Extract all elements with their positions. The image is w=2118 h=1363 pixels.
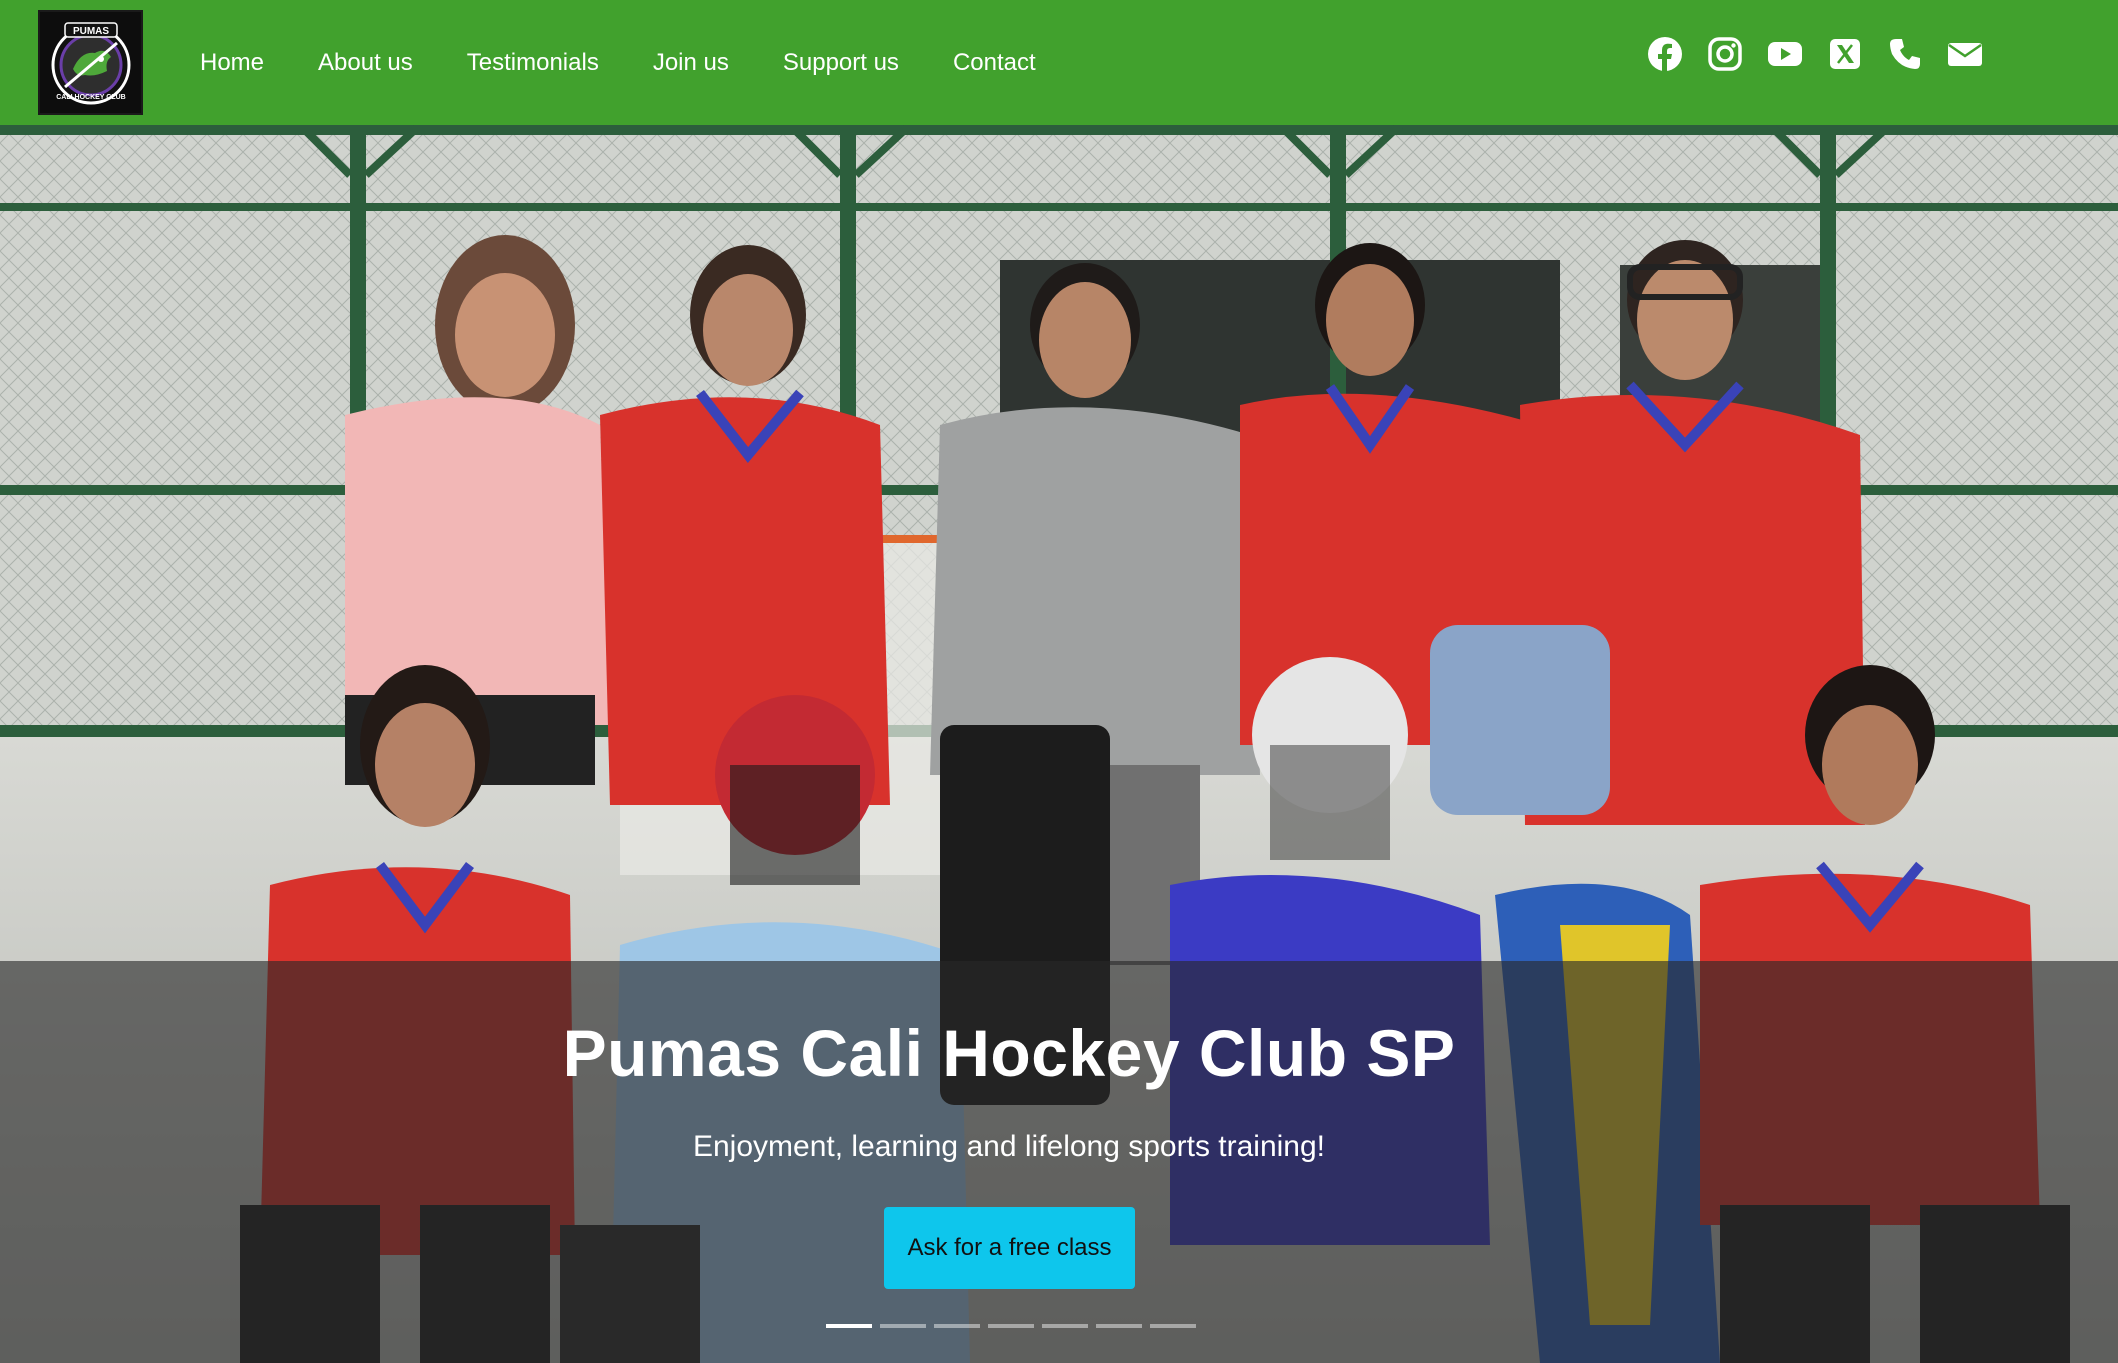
club-logo[interactable]: PUMAS CALI HOCKEY CLUB	[38, 10, 143, 115]
hero-title: Pumas Cali Hockey Club SP	[562, 1016, 1456, 1090]
svg-text:PUMAS: PUMAS	[72, 26, 108, 37]
nav-contact[interactable]: Contact	[926, 50, 1063, 75]
email-icon[interactable]	[1947, 36, 1983, 72]
carousel-indicator-2[interactable]	[880, 1324, 926, 1328]
carousel-indicator-7[interactable]	[1150, 1324, 1196, 1328]
nav-about-us[interactable]: About us	[291, 50, 440, 75]
hero-carousel: Pumas Cali Hockey Club SP Enjoyment, lea…	[0, 125, 2118, 1363]
instagram-icon[interactable]	[1707, 36, 1743, 72]
facebook-icon[interactable]	[1647, 36, 1683, 72]
nav-join-us[interactable]: Join us	[626, 50, 756, 75]
carousel-indicator-4[interactable]	[988, 1324, 1034, 1328]
hero-subtitle: Enjoyment, learning and lifelong sports …	[692, 1130, 1326, 1163]
nav-home[interactable]: Home	[173, 50, 291, 75]
carousel-indicator-3[interactable]	[934, 1324, 980, 1328]
nav-testimonials[interactable]: Testimonials	[440, 50, 626, 75]
carousel-indicator-5[interactable]	[1042, 1324, 1088, 1328]
carousel-indicators	[826, 1324, 1196, 1328]
phone-icon[interactable]	[1887, 36, 1923, 72]
free-class-button[interactable]: Ask for a free class	[884, 1207, 1135, 1289]
youtube-icon[interactable]	[1767, 36, 1803, 72]
nav-support-us[interactable]: Support us	[756, 50, 926, 75]
main-nav: Home About us Testimonials Join us Suppo…	[173, 50, 1063, 75]
logo-emblem-icon: PUMAS CALI HOCKEY CLUB	[51, 21, 130, 104]
x-twitter-icon[interactable]	[1827, 36, 1863, 72]
top-navbar: PUMAS CALI HOCKEY CLUB Home About us Tes…	[0, 0, 2118, 125]
svg-text:CALI HOCKEY CLUB: CALI HOCKEY CLUB	[56, 94, 125, 101]
carousel-indicator-1[interactable]	[826, 1324, 872, 1328]
carousel-indicator-6[interactable]	[1096, 1324, 1142, 1328]
social-links	[1647, 36, 1983, 72]
